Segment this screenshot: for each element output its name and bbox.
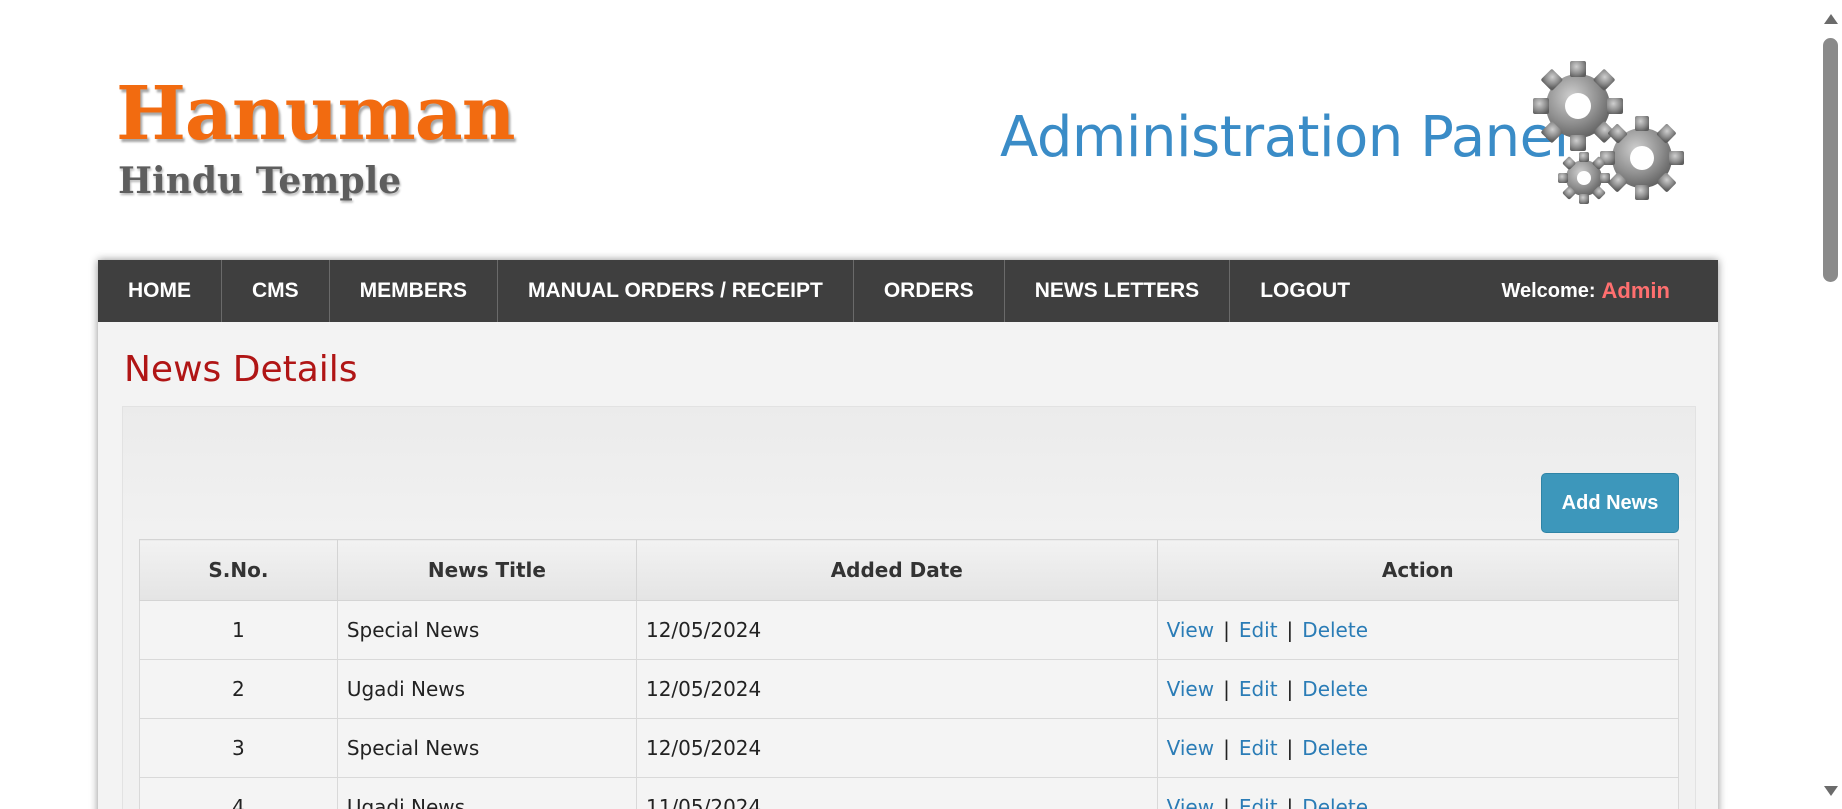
- welcome-username: Admin: [1601, 278, 1670, 303]
- action-separator: |: [1223, 618, 1230, 642]
- scrollbar-thumb[interactable]: [1823, 38, 1838, 282]
- cell-added-date: 12/05/2024: [635, 659, 1158, 719]
- cell-actions: View | Edit | Delete: [1156, 600, 1680, 660]
- cell-sno: 1: [139, 600, 338, 660]
- header-sno: S.No.: [139, 539, 338, 601]
- header-added-date: Added Date: [635, 539, 1158, 601]
- table-row: 3 Special News 12/05/2024 View | Edit | Dele…: [139, 718, 1680, 778]
- page: Hanuman Hindu Temple Administration Pane…: [0, 0, 1842, 809]
- scroll-up-arrow-icon[interactable]: [1824, 14, 1838, 24]
- nav-cms[interactable]: CMS: [222, 260, 330, 322]
- action-separator: |: [1286, 618, 1294, 642]
- view-link[interactable]: View: [1167, 618, 1214, 642]
- action-separator: |: [1223, 677, 1230, 701]
- action-separator: |: [1223, 795, 1230, 809]
- logo-subtitle: Hindu Temple: [118, 160, 402, 202]
- action-separator: |: [1286, 736, 1294, 760]
- nav-home[interactable]: HOME: [98, 260, 222, 322]
- edit-link[interactable]: Edit: [1239, 795, 1278, 809]
- action-separator: |: [1223, 736, 1230, 760]
- cell-sno: 4: [139, 777, 338, 809]
- action-separator: |: [1286, 795, 1294, 809]
- delete-link[interactable]: Delete: [1302, 618, 1368, 642]
- nav-manual-orders[interactable]: MANUAL ORDERS / RECEIPT: [498, 260, 854, 322]
- news-panel: Add News S.No. News Title Added Date Act…: [122, 406, 1696, 809]
- nav-news-letters[interactable]: NEWS LETTERS: [1005, 260, 1231, 322]
- edit-link[interactable]: Edit: [1239, 677, 1278, 701]
- delete-link[interactable]: Delete: [1302, 736, 1368, 760]
- welcome-message: Welcome: Admin: [1501, 260, 1670, 322]
- cell-news-title: Special News: [336, 718, 637, 778]
- news-table: S.No. News Title Added Date Action 1 Spe…: [139, 539, 1680, 809]
- cell-added-date: 12/05/2024: [635, 600, 1158, 660]
- scroll-down-arrow-icon[interactable]: [1824, 786, 1838, 796]
- view-link[interactable]: View: [1167, 677, 1214, 701]
- header-action: Action: [1156, 539, 1680, 601]
- cell-sno: 3: [139, 718, 338, 778]
- gears-icon: [1530, 60, 1700, 220]
- nav-members[interactable]: MEMBERS: [330, 260, 499, 322]
- cell-news-title: Special News: [336, 600, 637, 660]
- nav-logout[interactable]: LOGOUT: [1230, 260, 1380, 322]
- main-navbar: HOME CMS MEMBERS MANUAL ORDERS / RECEIPT…: [98, 260, 1718, 322]
- view-link[interactable]: View: [1167, 736, 1214, 760]
- cell-actions: View | Edit | Delete: [1156, 718, 1680, 778]
- admin-panel-title: Administration Panel: [1000, 105, 1569, 170]
- view-link[interactable]: View: [1167, 795, 1214, 809]
- edit-link[interactable]: Edit: [1239, 618, 1278, 642]
- header-news-title: News Title: [336, 539, 637, 601]
- cell-actions: View | Edit | Delete: [1156, 777, 1680, 809]
- table-header-row: S.No. News Title Added Date Action: [139, 539, 1680, 601]
- action-separator: |: [1286, 677, 1294, 701]
- add-news-button[interactable]: Add News: [1541, 473, 1679, 533]
- cell-added-date: 12/05/2024: [635, 718, 1158, 778]
- cell-news-title: Ugadi News: [336, 777, 637, 809]
- welcome-label: Welcome:: [1501, 279, 1596, 302]
- cell-news-title: Ugadi News: [336, 659, 637, 719]
- nav-orders[interactable]: ORDERS: [854, 260, 1005, 322]
- cell-actions: View | Edit | Delete: [1156, 659, 1680, 719]
- logo-title: Hanuman: [116, 71, 516, 157]
- table-row: 4 Ugadi News 11/05/2024 View | Edit | Delete: [139, 777, 1680, 809]
- cell-sno: 2: [139, 659, 338, 719]
- temple-logo[interactable]: Hanuman Hindu Temple: [116, 72, 516, 222]
- cell-added-date: 11/05/2024: [635, 777, 1158, 809]
- table-row: 1 Special News 12/05/2024 View | Edit | Dele…: [139, 600, 1680, 660]
- vertical-scrollbar[interactable]: [1818, 0, 1842, 809]
- delete-link[interactable]: Delete: [1302, 677, 1368, 701]
- main-container: HOME CMS MEMBERS MANUAL ORDERS / RECEIPT…: [98, 260, 1718, 809]
- page-title: News Details: [124, 349, 358, 390]
- delete-link[interactable]: Delete: [1302, 795, 1368, 809]
- edit-link[interactable]: Edit: [1239, 736, 1278, 760]
- table-row: 2 Ugadi News 12/05/2024 View | Edit | Delete: [139, 659, 1680, 719]
